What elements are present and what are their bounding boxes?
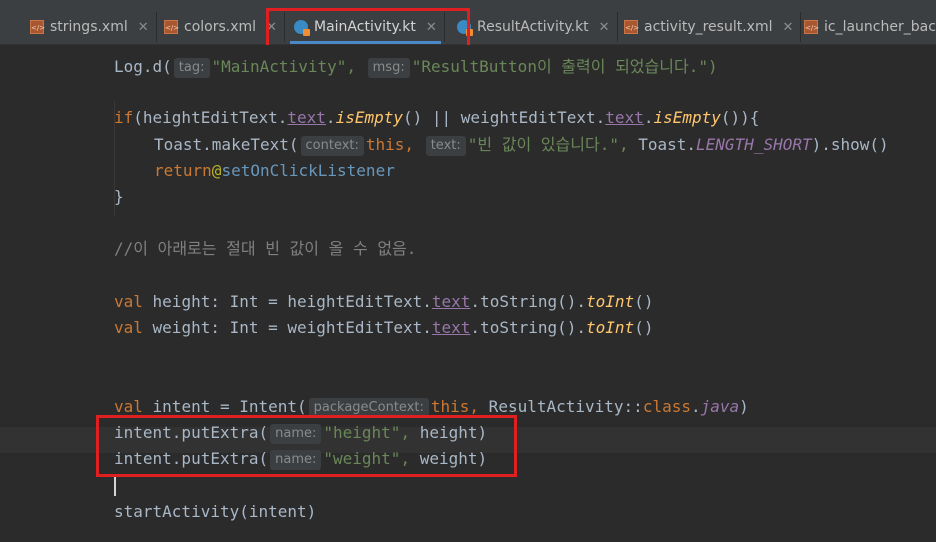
xml-file-icon: </> (804, 20, 819, 34)
tab-activity-result-xml[interactable]: </> activity_result.xml ✕ (624, 10, 802, 44)
code-token: this, (365, 135, 415, 154)
tab-separator (155, 12, 157, 42)
tab-colors-xml[interactable]: </> colors.xml ✕ (164, 10, 285, 44)
param-hint: context: (300, 136, 364, 156)
code-comment[interactable]: //이 아래로는 절대 빈 값이 올 수 없음. (114, 236, 416, 262)
tab-resultactivity-kt[interactable]: ResultActivity.kt ✕ (457, 10, 618, 44)
tab-label: ResultActivity.kt (477, 19, 589, 35)
code-line-return[interactable]: return@setOnClickListener (154, 158, 395, 184)
tab-label: colors.xml (184, 19, 257, 35)
tab-separator (800, 12, 802, 42)
param-hint: msg: (367, 58, 410, 78)
text-caret (114, 476, 116, 496)
param-hint: tag: (173, 58, 210, 78)
tab-label: strings.xml (50, 19, 128, 35)
code-token: "MainActivity", (211, 57, 357, 76)
code-line-close-brace[interactable]: } (114, 184, 124, 210)
code-line-height[interactable]: val height: Int = heightEditText.text.to… (114, 289, 653, 315)
code-token: this, (430, 397, 480, 416)
param-hint: text: (425, 136, 466, 156)
xml-file-icon: </> (164, 20, 179, 34)
code-token: "빈 값이 있습니다.", (467, 135, 629, 154)
tab-label: activity_result.xml (644, 19, 773, 35)
tab-strings-xml[interactable]: </> strings.xml ✕ (30, 10, 157, 44)
code-token: "ResultButton이 출력이 되었습니다.") (411, 57, 718, 76)
tab-separator (616, 12, 618, 42)
code-highlight-box (96, 415, 517, 477)
code-line-startactivity[interactable]: startActivity(intent) (114, 499, 316, 525)
tab-label: ic_launcher_back (824, 19, 936, 35)
xml-file-icon: </> (624, 20, 639, 34)
code-line-if[interactable]: if(heightEditText.text.isEmpty() || weig… (114, 105, 759, 131)
close-icon[interactable]: ✕ (138, 20, 149, 35)
code-token: Log.d( (114, 57, 172, 76)
tab-ic-launcher-back[interactable]: </> ic_launcher_back (804, 10, 936, 44)
xml-file-icon: </> (30, 20, 45, 34)
close-icon[interactable]: ✕ (599, 20, 610, 35)
code-line-log[interactable]: Log.d(tag: "MainActivity", msg: "ResultBut… (114, 54, 718, 80)
close-icon[interactable]: ✕ (782, 20, 793, 35)
code-line-weight[interactable]: val weight: Int = weightEditText.text.to… (114, 315, 653, 341)
code-line-toast[interactable]: Toast.makeText(context: this, text: "빈 값이 … (154, 132, 889, 158)
code-token: Toast.makeText( (154, 135, 299, 154)
